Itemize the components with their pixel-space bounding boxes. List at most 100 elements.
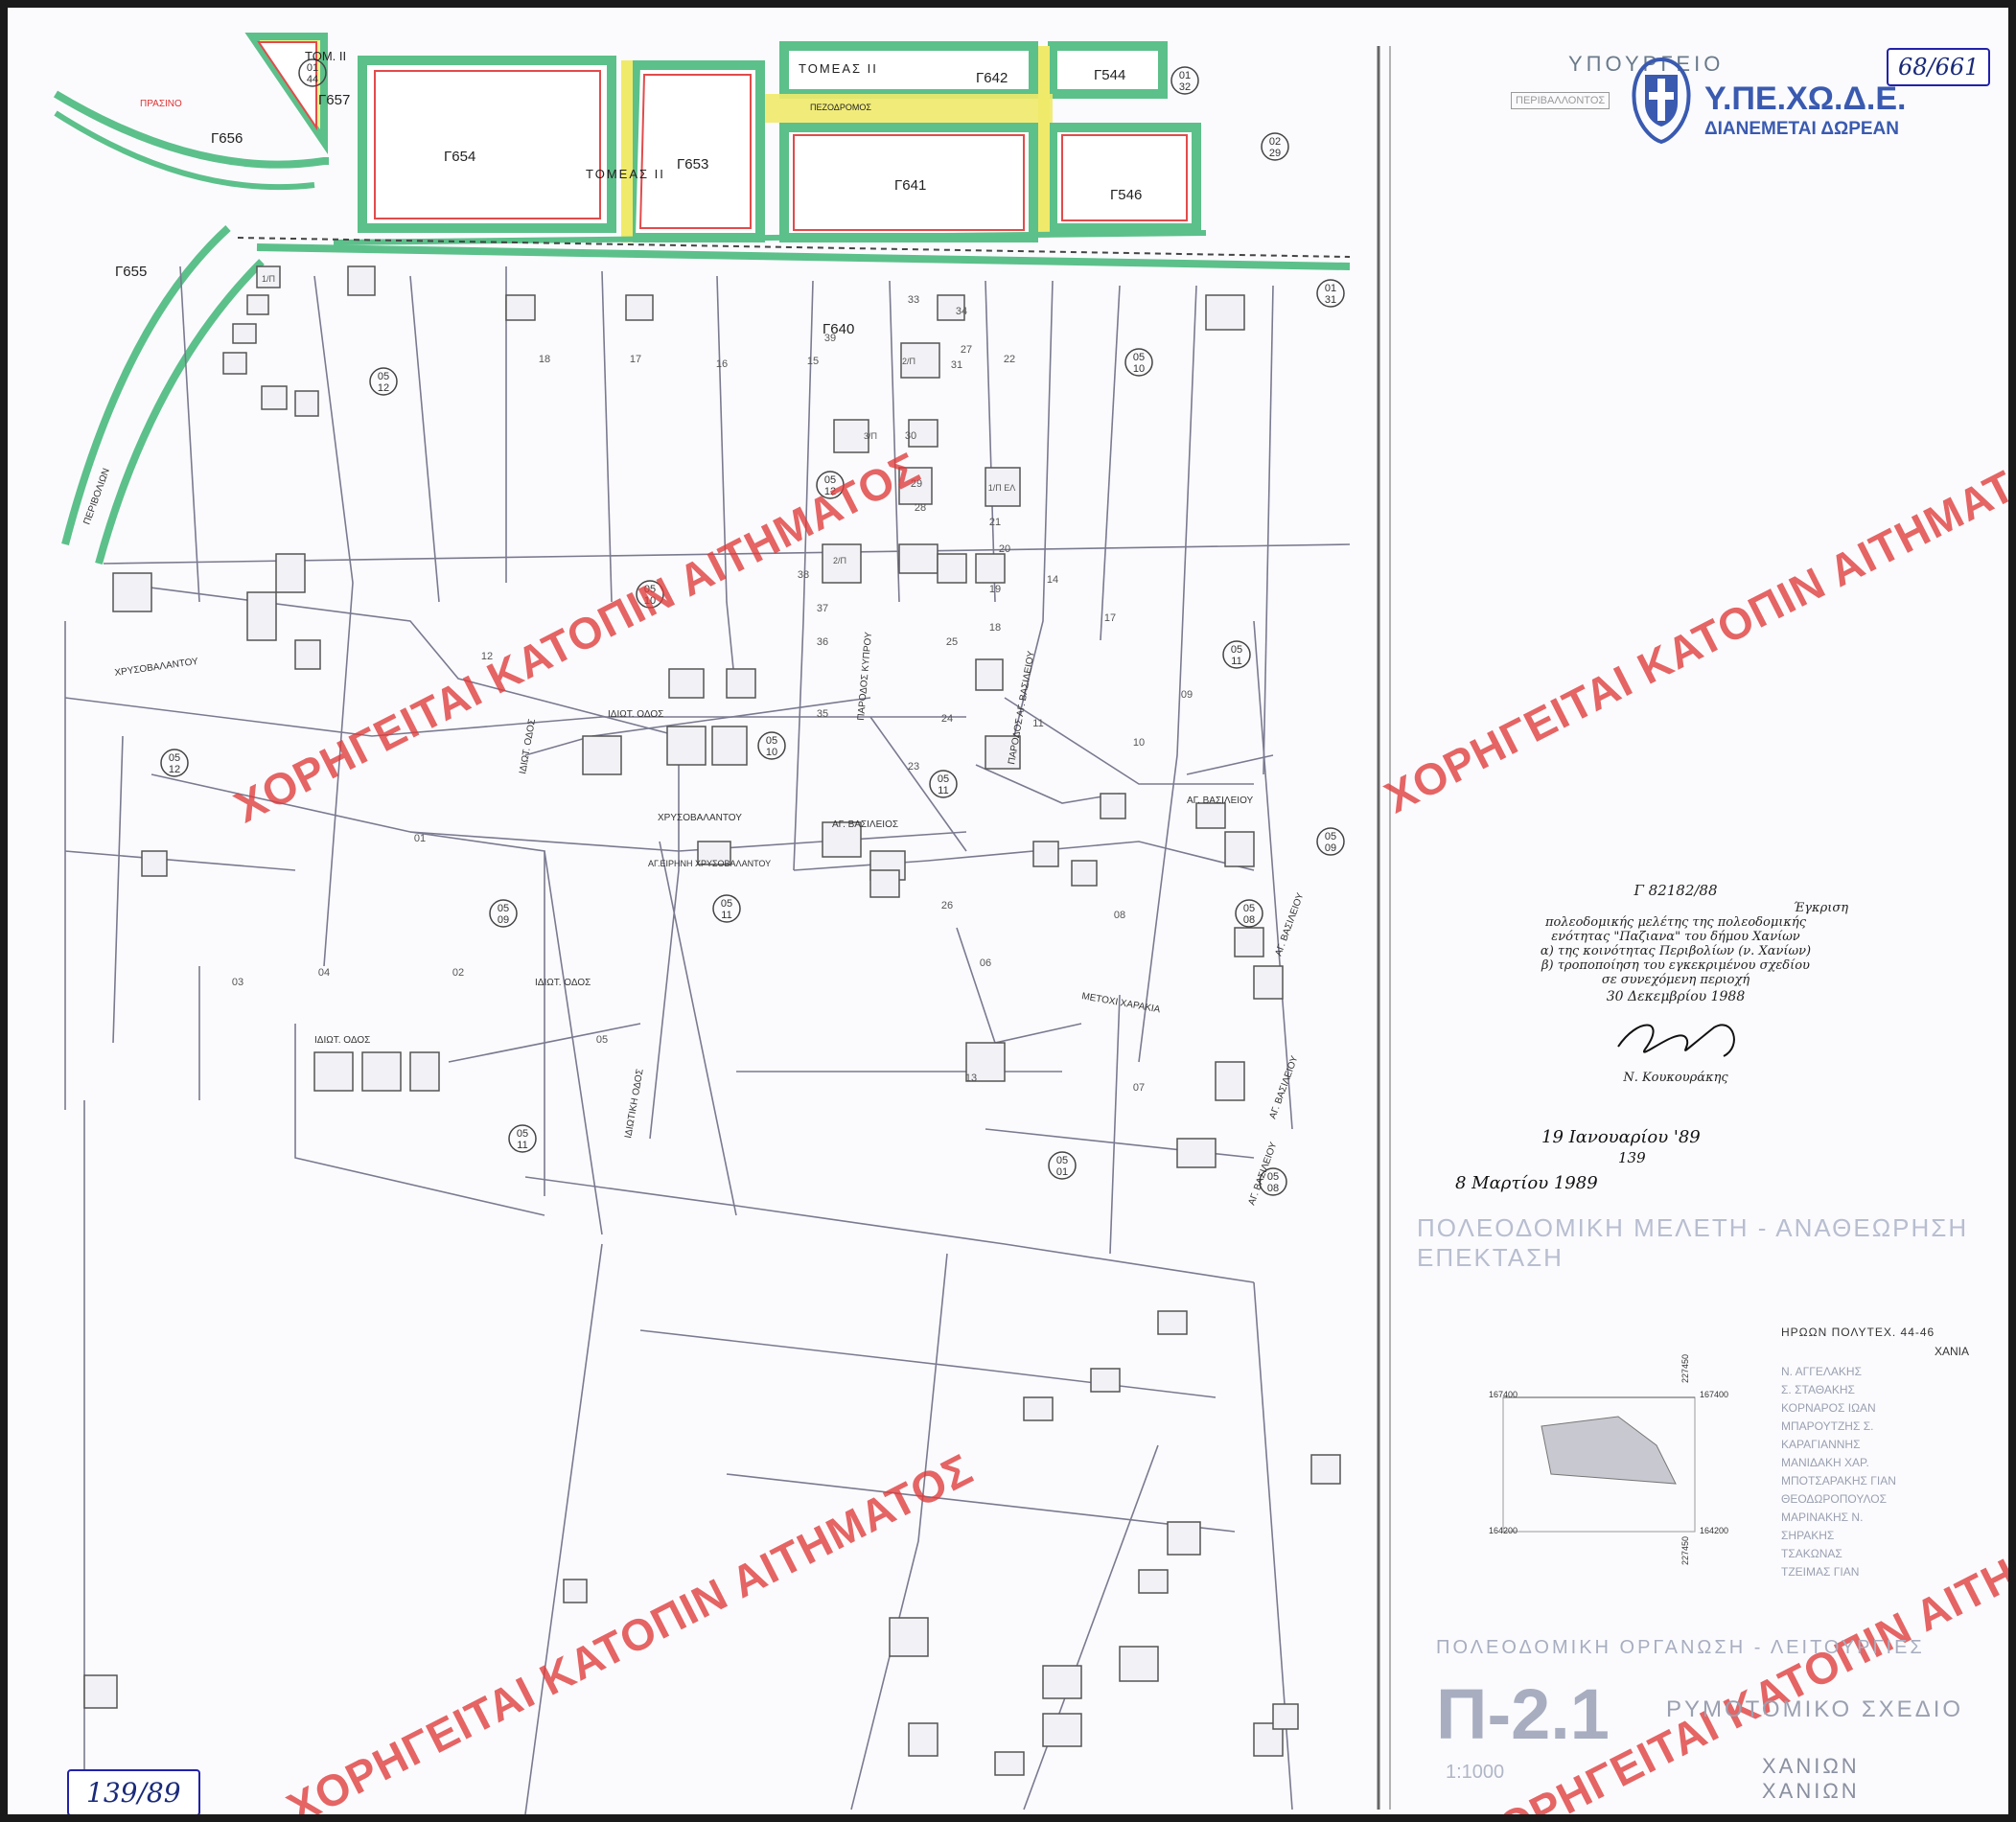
parcel-number: 17 <box>630 354 641 365</box>
parcel-number: 01 <box>414 833 426 844</box>
zone-code-top: 05 <box>938 773 949 785</box>
parcel-number: 02 <box>452 967 464 979</box>
team-member: Ν. ΑΓΓΕΛΑΚΗΣ <box>1781 1365 1863 1378</box>
svg-text:ΑΓ. ΒΑΣΙΛΕΙΟΥ: ΑΓ. ΒΑΣΙΛΕΙΟΥ <box>1187 796 1254 806</box>
city: ΧΑΝΙΑ <box>1935 1345 1970 1358</box>
parcel-number: 13 <box>965 1072 977 1084</box>
approval-line: Έγκριση <box>1793 901 1848 915</box>
zone-code-bottom: 09 <box>1325 842 1336 854</box>
parcel-number: 30 <box>905 430 916 442</box>
zone-code-top: 05 <box>378 371 389 382</box>
organization-label: ΠΟΛΕΟΔΟΜΙΚΗ ΟΡΓΑΝΩΣΗ - ΛΕΙΤΟΥΡΓΙΕΣ <box>1436 1637 1925 1658</box>
parcel-number: 38 <box>798 569 809 581</box>
svg-text:Γ653: Γ653 <box>677 156 708 173</box>
svg-text:Γ654: Γ654 <box>444 149 475 165</box>
zone-code-top: 01 <box>1325 283 1336 294</box>
issue-date: 8 Μαρτίου 1989 <box>1455 1173 1598 1193</box>
parcel-number: 03 <box>232 977 243 988</box>
signature <box>1617 1024 1735 1057</box>
parcel-number: 16 <box>716 358 728 370</box>
decision-number: 139/89 <box>67 1769 200 1814</box>
svg-text:ΤΟΜ. ΙΙ: ΤΟΜ. ΙΙ <box>305 49 346 63</box>
address: ΗΡΩΩΝ ΠΟΛΥΤΕΧ. 44-46 <box>1781 1326 1935 1339</box>
zone-code-top: 05 <box>1056 1155 1068 1166</box>
svg-text:ΧΡΥΣΟΒΑΛΑΝΤΟΥ: ΧΡΥΣΟΒΑΛΑΝΤΟΥ <box>658 813 742 823</box>
zone-code-bottom: 09 <box>498 914 509 926</box>
parcel-number: 37 <box>817 603 828 614</box>
zone-code-bottom: 11 <box>1231 656 1241 667</box>
svg-text:ΠΑΡΟΔΟΣ ΑΓ. ΒΑΣΙΛΕΙΟΥ: ΠΑΡΟΔΟΣ ΑΓ. ΒΑΣΙΛΕΙΟΥ <box>1007 650 1037 765</box>
zone-code-top: 05 <box>169 752 180 764</box>
parcel-number: 18 <box>539 354 550 365</box>
parcel-number: 06 <box>980 957 991 969</box>
team-list: Ν. ΑΓΓΕΛΑΚΗΣ Σ. ΣΤΑΘΑΚΗΣ ΚΟΡΝΑΡΟΣ ΙΩΑΝ Μ… <box>1781 1365 1992 1583</box>
svg-text:Γ656: Γ656 <box>211 130 243 147</box>
parcel-number: 18 <box>989 622 1001 634</box>
zone-code-top: 01 <box>307 62 318 74</box>
building-mark: 2/Π <box>833 556 846 565</box>
fek-number: 139 <box>1618 1149 1646 1166</box>
parcel-number: 28 <box>915 502 926 514</box>
svg-text:Γ544: Γ544 <box>1094 67 1125 83</box>
zone-code-bottom: 11 <box>938 785 948 796</box>
sheet-number: 68/661 <box>1887 48 1991 86</box>
parcel-number: 08 <box>1114 910 1125 921</box>
building-footprints <box>83 265 1341 1776</box>
zone-code-top: 05 <box>1133 352 1145 363</box>
zone-code-top: 02 <box>1269 136 1281 148</box>
zone-code-top: 05 <box>721 898 732 910</box>
building-mark: 2/Π <box>902 357 915 366</box>
parcel-number: 22 <box>1004 354 1015 365</box>
svg-text:Γ642: Γ642 <box>976 70 1008 86</box>
svg-text:ΠΕΖΟΔΡΟΜΟΣ: ΠΕΖΟΔΡΟΜΟΣ <box>810 103 871 112</box>
zone-code-bottom: 11 <box>721 910 731 921</box>
zone-code-bottom: 12 <box>169 764 180 775</box>
parcel-number: 09 <box>1181 689 1193 701</box>
parcel-number: 11 <box>1032 718 1043 729</box>
coord-x2: 167400 <box>1700 1390 1729 1399</box>
zone-code-bottom: 29 <box>1269 148 1281 159</box>
zone-code-top: 05 <box>1231 644 1242 656</box>
parcel-number: 21 <box>989 517 1001 528</box>
zone-code-bottom: 10 <box>1133 363 1145 375</box>
coord-c2: 227450 <box>1680 1535 1691 1566</box>
parcel-number: 07 <box>1133 1082 1145 1094</box>
svg-text:ΧΡΥΣΟΒΑΛΑΝΤΟΥ: ΧΡΥΣΟΒΑΛΑΝΤΟΥ <box>114 657 199 679</box>
parcel-number: 24 <box>941 713 953 725</box>
parcel-number: 05 <box>596 1034 608 1046</box>
building-mark: 1/Π ΕΛ <box>988 483 1016 493</box>
coord-y1: 164200 <box>1489 1526 1518 1535</box>
parcel-number: 33 <box>908 294 919 306</box>
env-label: ΠΕΡΙΒΑΛΛΟΝΤΟΣ <box>1511 92 1610 109</box>
parcel-number: 17 <box>1104 612 1116 624</box>
svg-text:ΑΓ. ΒΑΣΙΛΕΙΟΣ: ΑΓ. ΒΑΣΙΛΕΙΟΣ <box>832 819 898 830</box>
svg-text:Γ641: Γ641 <box>894 177 926 194</box>
svg-text:ΤΟΜΕΑΣ ΙΙ: ΤΟΜΕΑΣ ΙΙ <box>799 61 878 76</box>
svg-text:Γ546: Γ546 <box>1110 187 1142 203</box>
svg-text:ΙΔΙΩΤΙΚΗ ΟΔΟΣ: ΙΔΙΩΤΙΚΗ ΟΔΟΣ <box>623 1068 646 1139</box>
signer-name: Ν. Κουκουράκης <box>1623 1071 1728 1085</box>
zone-code-top: 01 <box>1179 70 1191 81</box>
scale: 1:1000 <box>1446 1762 1505 1783</box>
parcel-number: 19 <box>989 584 1001 595</box>
svg-text:ΑΓ. ΒΑΣΙΛΕΙΟΥ: ΑΓ. ΒΑΣΙΛΕΙΟΥ <box>1267 1054 1300 1120</box>
zone-code-bottom: 32 <box>1179 81 1191 93</box>
zone-code-bottom: 08 <box>1267 1183 1279 1194</box>
svg-text:ΤΟΜΕΑΣ ΙΙ: ΤΟΜΕΑΣ ΙΙ <box>586 167 665 181</box>
svg-text:Γ655: Γ655 <box>115 264 147 280</box>
zone-code-bottom: 01 <box>1056 1166 1068 1178</box>
parcel-number: 34 <box>956 306 967 317</box>
parcel-number: 20 <box>999 543 1010 555</box>
parcel-number: 35 <box>817 708 828 720</box>
parcel-number: 15 <box>807 356 819 367</box>
locator-diagram <box>1502 1396 1696 1533</box>
parcel-number: 23 <box>908 761 919 773</box>
block-label: Γ657 <box>318 92 350 108</box>
parcel-number: 36 <box>817 636 828 648</box>
zone-code-bottom: 31 <box>1325 294 1336 306</box>
municipality-2: ΧΑΝΙΩΝ <box>1762 1779 1860 1803</box>
zone-code-top: 05 <box>498 903 509 914</box>
zone-code-top: 05 <box>1267 1171 1279 1183</box>
coord-c1: 227450 <box>1680 1353 1691 1384</box>
plan-code: Π-2.1 <box>1436 1674 1610 1754</box>
